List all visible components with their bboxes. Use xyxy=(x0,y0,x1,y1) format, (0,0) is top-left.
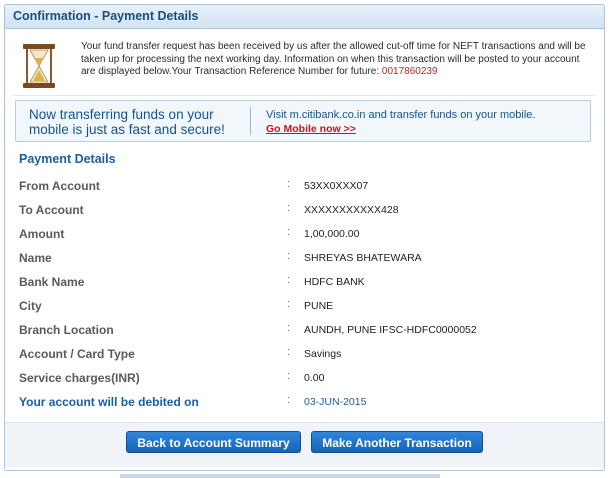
notice-text: Your fund transfer request has been rece… xyxy=(81,41,586,77)
detail-value: 53XX0XXX07 xyxy=(304,180,369,192)
detail-label: City xyxy=(19,299,42,313)
detail-label: Bank Name xyxy=(19,275,85,289)
detail-label: From Account xyxy=(19,179,100,193)
detail-separator: : xyxy=(287,274,291,286)
banner-headline-line1: Now transferring funds on your xyxy=(29,107,214,122)
payment-confirmation-panel: Confirmation - Payment Details Your fund… xyxy=(4,4,605,471)
detail-value: 1,00,000.00 xyxy=(304,228,360,240)
detail-value: 03-JUN-2015 xyxy=(304,396,367,408)
mobile-banner: Now transferring funds on your mobile is… xyxy=(15,100,591,142)
detail-row-branch-location: Branch Location : AUNDH, PUNE IFSC-HDFC0… xyxy=(19,317,599,341)
cutoff-notice: Your fund transfer request has been rece… xyxy=(13,37,595,96)
go-mobile-link[interactable]: Go Mobile now >> xyxy=(266,123,356,135)
detail-value: AUNDH, PUNE IFSC-HDFC0000052 xyxy=(304,324,477,336)
detail-label: Amount xyxy=(19,227,65,241)
make-another-transaction-button[interactable]: Make Another Transaction xyxy=(311,431,483,453)
detail-separator: : xyxy=(287,202,291,214)
detail-separator: : xyxy=(287,298,291,310)
detail-separator: : xyxy=(287,322,291,334)
banner-headline: Now transferring funds on your mobile is… xyxy=(29,107,239,137)
detail-label: Service charges(INR) xyxy=(19,371,140,385)
payment-details-list: From Account : 53XX0XXX07 To Account : X… xyxy=(19,173,599,413)
detail-label: To Account xyxy=(19,203,84,217)
notice-message: Your fund transfer request has been rece… xyxy=(81,41,593,79)
action-footer: Back to Account Summary Make Another Tra… xyxy=(5,422,604,467)
transaction-reference-number: 0017860239 xyxy=(381,66,438,77)
detail-label: Name xyxy=(19,251,52,265)
detail-value: 0.00 xyxy=(304,372,325,384)
bottom-edge-strip xyxy=(120,474,440,478)
hourglass-icon xyxy=(21,43,57,89)
detail-row-from-account: From Account : 53XX0XXX07 xyxy=(19,173,599,197)
detail-value: Savings xyxy=(304,348,342,360)
detail-row-service-charges: Service charges(INR) : 0.00 xyxy=(19,365,599,389)
detail-value: HDFC BANK xyxy=(304,276,365,288)
detail-row-debit-date: Your account will be debited on : 03-JUN… xyxy=(19,389,599,413)
detail-row-bank-name: Bank Name : HDFC BANK xyxy=(19,269,599,293)
detail-separator: : xyxy=(287,394,291,406)
banner-headline-line2: mobile is just as fast and secure! xyxy=(29,122,225,137)
banner-info: Visit m.citibank.co.in and transfer fund… xyxy=(266,108,586,136)
back-to-account-summary-button[interactable]: Back to Account Summary xyxy=(126,431,301,453)
banner-divider xyxy=(250,107,251,135)
panel-title: Confirmation - Payment Details xyxy=(5,5,604,29)
detail-separator: : xyxy=(287,250,291,262)
detail-label: Your account will be debited on xyxy=(19,395,199,409)
detail-label: Account / Card Type xyxy=(19,347,135,361)
detail-row-name: Name : SHREYAS BHATEWARA xyxy=(19,245,599,269)
detail-separator: : xyxy=(287,346,291,358)
detail-value: PUNE xyxy=(304,300,334,312)
detail-row-amount: Amount : 1,00,000.00 xyxy=(19,221,599,245)
detail-value: SHREYAS BHATEWARA xyxy=(304,252,422,264)
detail-separator: : xyxy=(287,370,291,382)
detail-value: XXXXXXXXXXX428 xyxy=(304,204,399,216)
payment-details-title: Payment Details xyxy=(19,152,116,166)
detail-row-city: City : PUNE xyxy=(19,293,599,317)
detail-separator: : xyxy=(287,178,291,190)
detail-row-account-type: Account / Card Type : Savings xyxy=(19,341,599,365)
detail-row-to-account: To Account : XXXXXXXXXXX428 xyxy=(19,197,599,221)
detail-label: Branch Location xyxy=(19,323,114,337)
banner-info-text: Visit m.citibank.co.in and transfer fund… xyxy=(266,109,536,121)
detail-separator: : xyxy=(287,226,291,238)
